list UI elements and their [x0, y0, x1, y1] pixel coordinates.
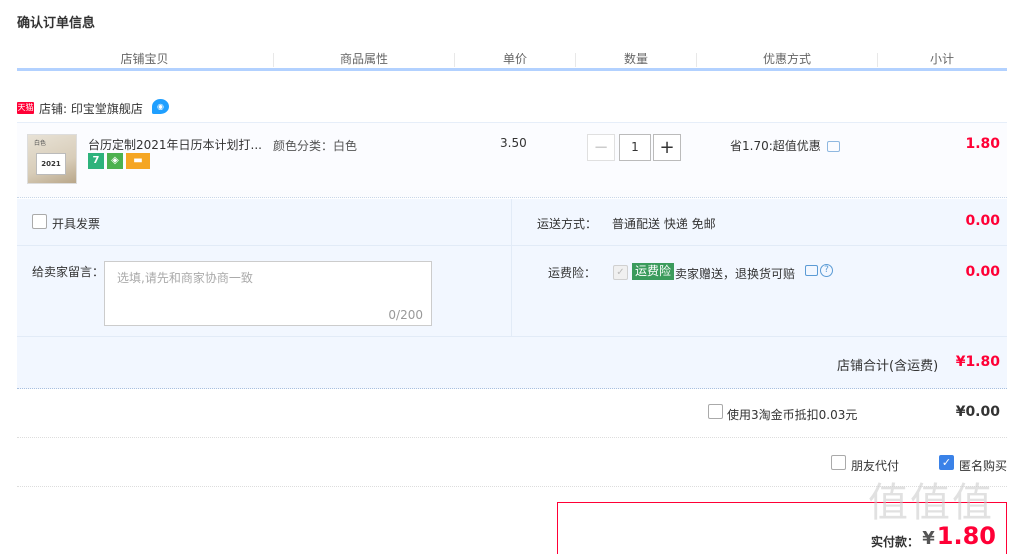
insurance-label: 运费险：: [548, 266, 597, 280]
item-row: 白色 2021 台历定制2021年日历本计划打... 7 ◈ ▬ 颜色分类：白色…: [17, 122, 1007, 198]
page-title: 确认订单信息: [17, 16, 96, 31]
anonymous-checkbox[interactable]: ✓: [939, 455, 954, 470]
insurance-icons: ?: [805, 264, 835, 278]
item-attributes: 颜色分类：白色: [273, 139, 358, 153]
insurance-fee: 0.00: [965, 264, 1000, 280]
item-subtotal: 1.80: [965, 136, 1000, 152]
col-subtotal: 小计: [929, 52, 954, 66]
quantity-input[interactable]: 1: [619, 134, 651, 161]
invoice-label[interactable]: 开具发票: [52, 215, 100, 232]
wangwang-chat-icon[interactable]: ◉: [152, 99, 169, 114]
shipping-fee: 0.00: [965, 213, 1000, 229]
options-divider: [17, 336, 1007, 337]
quantity-minus-button[interactable]: −: [587, 134, 615, 161]
tmall-icon: 天猫: [17, 102, 34, 114]
insurance-badge: 运费险: [632, 263, 675, 280]
memo-label: 给卖家留言：: [32, 265, 105, 279]
final-payment-label: 实付款：: [871, 535, 920, 549]
coin-value: ¥0.00: [955, 404, 1000, 420]
shop-name-link[interactable]: 店铺: 印宝堂旗舰店: [39, 100, 143, 117]
guarantee-icon[interactable]: ◈: [107, 153, 123, 169]
memo-char-count: 0/200: [388, 308, 423, 322]
coin-checkbox[interactable]: [708, 404, 723, 419]
quantity-stepper: − 1 +: [587, 134, 683, 162]
item-title-link[interactable]: 台历定制2021年日历本计划打...: [88, 136, 268, 153]
shop-total-value: ¥1.80: [955, 354, 1000, 370]
credit-card-icon[interactable]: ▬: [126, 153, 150, 169]
quantity-plus-button[interactable]: +: [653, 134, 681, 161]
currency-symbol: ¥: [922, 528, 935, 549]
col-quantity: 数量: [623, 52, 648, 66]
col-shop-item: 店铺宝贝: [120, 52, 169, 66]
chat-icon[interactable]: [805, 265, 818, 276]
item-unit-price: 3.50: [500, 136, 527, 150]
item-discount: 省1.70:超值优惠: [730, 137, 840, 154]
insurance-text: 卖家赠送，退换货可赔: [675, 267, 796, 281]
shop-total-label: 店铺合计(含运费): [837, 359, 939, 374]
invoice-checkbox[interactable]: [32, 214, 47, 229]
header-divider: [17, 68, 1007, 71]
item-thumbnail[interactable]: 白色 2021: [27, 134, 77, 184]
col-discount: 优惠方式: [762, 52, 811, 66]
shipping-label: 运送方式：: [537, 217, 598, 231]
options-divider: [17, 245, 1007, 246]
options-divider: [511, 199, 512, 336]
coin-label[interactable]: 使用3淘金币抵扣0.03元: [727, 406, 857, 423]
seven-day-return-icon[interactable]: 7: [88, 153, 104, 169]
order-options: 开具发票 运送方式： 普通配送 快递 免邮 0.00 给卖家留言： 选填,请先和…: [17, 199, 1007, 389]
thumb-calendar: 2021: [36, 153, 66, 175]
thumb-caption: 白色: [34, 140, 47, 147]
discount-text: 省1.70:超值优惠: [730, 139, 821, 153]
insurance-checkbox: ✓: [613, 265, 628, 280]
memo-placeholder: 选填,请先和商家协商一致: [117, 271, 253, 285]
shipping-method: 普通配送 快递 免邮: [612, 217, 716, 231]
comment-icon[interactable]: [826, 141, 840, 152]
col-unit-price: 单价: [502, 52, 527, 66]
watermark-logo: 值值值: [868, 480, 994, 526]
pay-options-row: 朋友代付 ✓ 匿名购买: [17, 439, 1007, 487]
help-icon[interactable]: ?: [820, 264, 833, 277]
column-header: 店铺宝贝 商品属性 单价 数量 优惠方式 小计: [17, 50, 1007, 70]
coin-row: 使用3淘金币抵扣0.03元 ¥0.00: [17, 390, 1007, 438]
memo-textarea[interactable]: 选填,请先和商家协商一致 0/200: [104, 261, 432, 326]
friend-pay-checkbox[interactable]: [831, 455, 846, 470]
col-attributes: 商品属性: [339, 52, 388, 66]
